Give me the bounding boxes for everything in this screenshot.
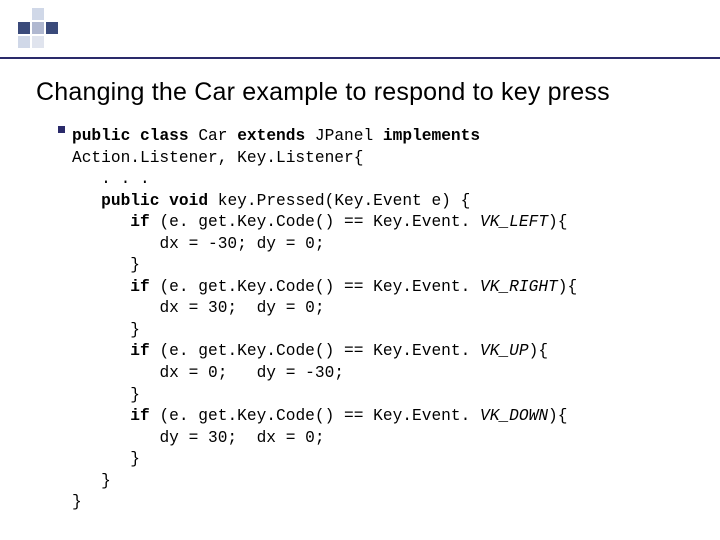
- const-vkup: VK_UP: [480, 342, 529, 360]
- txt: key.Pressed(Key.Event e) {: [218, 192, 471, 210]
- const-vkleft: VK_LEFT: [480, 213, 548, 231]
- txt: (e. get.Key.Code() == Key.Event.: [159, 213, 480, 231]
- txt: dx = 30; dy = 0;: [159, 299, 324, 317]
- txt: ){: [548, 407, 567, 425]
- txt: ){: [548, 213, 567, 231]
- txt: }: [130, 386, 140, 404]
- txt: }: [130, 256, 140, 274]
- txt: }: [130, 321, 140, 339]
- kw-class: class: [140, 127, 189, 145]
- kw-implements: implements: [383, 127, 480, 145]
- kw-void: void: [169, 192, 208, 210]
- divider: [0, 57, 720, 59]
- kw-if: if: [130, 407, 149, 425]
- txt: dx = -30; dy = 0;: [159, 235, 324, 253]
- const-vkdown: VK_DOWN: [480, 407, 548, 425]
- kw-public: public: [101, 192, 159, 210]
- txt: ){: [558, 278, 577, 296]
- slide: Changing the Car example to respond to k…: [0, 0, 720, 540]
- code-block: public class Car extends JPanel implemen…: [72, 126, 696, 514]
- txt: ){: [529, 342, 548, 360]
- txt: . . .: [101, 170, 150, 188]
- slide-title: Changing the Car example to respond to k…: [36, 78, 700, 107]
- txt: }: [130, 450, 140, 468]
- kw-extends: extends: [237, 127, 305, 145]
- corner-decoration: [18, 8, 58, 48]
- kw-if: if: [130, 278, 149, 296]
- txt: Car: [198, 127, 227, 145]
- txt: }: [101, 472, 111, 490]
- kw-if: if: [130, 342, 149, 360]
- txt: (e. get.Key.Code() == Key.Event.: [159, 278, 480, 296]
- txt: dx = 0; dy = -30;: [159, 364, 344, 382]
- kw-public: public: [72, 127, 130, 145]
- txt: dy = 30; dx = 0;: [159, 429, 324, 447]
- txt: (e. get.Key.Code() == Key.Event.: [159, 342, 480, 360]
- const-vkright: VK_RIGHT: [480, 278, 558, 296]
- txt: JPanel: [315, 127, 373, 145]
- txt: Action.Listener, Key.Listener{: [72, 149, 363, 167]
- kw-if: if: [130, 213, 149, 231]
- bullet-icon: [58, 126, 65, 133]
- txt: (e. get.Key.Code() == Key.Event.: [159, 407, 480, 425]
- txt: }: [72, 493, 82, 511]
